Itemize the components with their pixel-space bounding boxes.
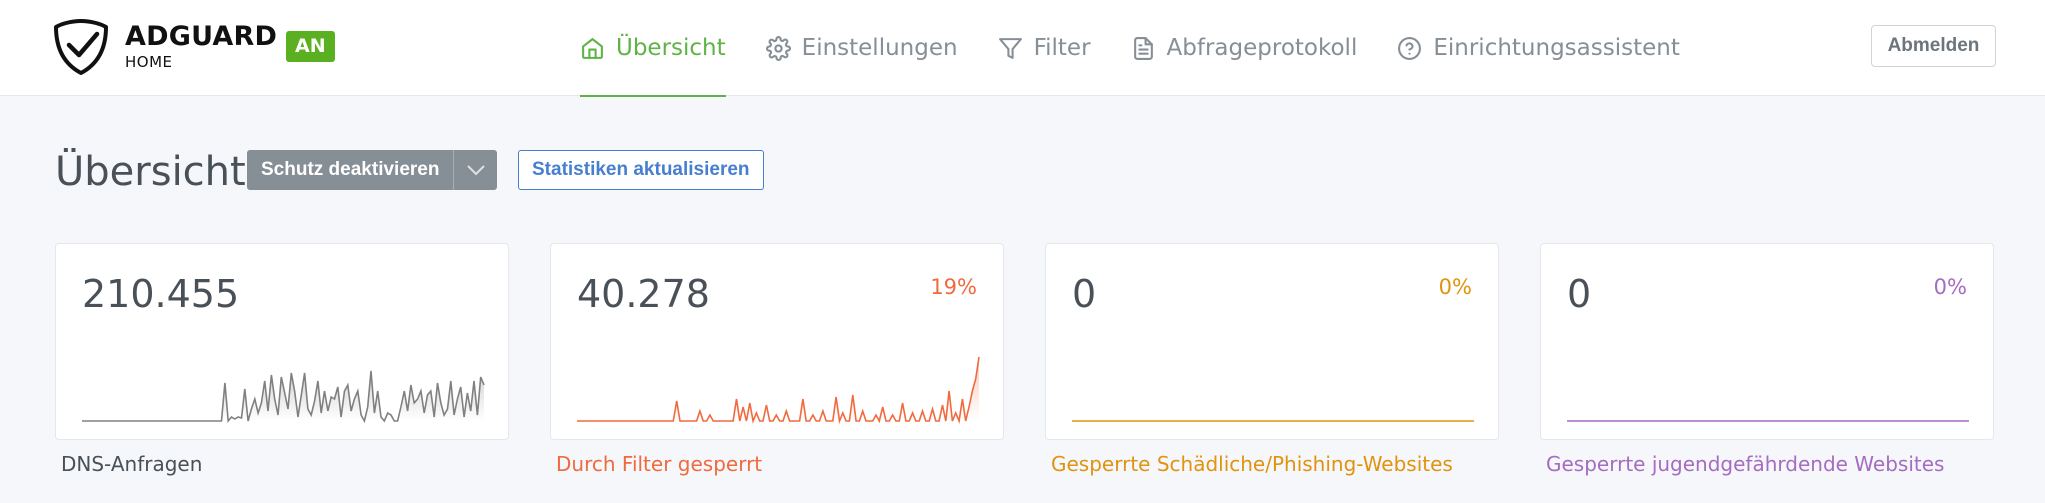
stat-percent: 0% [1438, 275, 1472, 299]
stat-value: 0 [1567, 272, 1592, 316]
disable-protection-button[interactable]: Schutz deaktivieren [247, 150, 454, 190]
protection-button-group: Schutz deaktivieren [247, 150, 498, 190]
sparkline-chart [82, 370, 485, 424]
home-icon [582, 37, 603, 59]
stat-value: 40.278 [577, 272, 710, 316]
stat-card-blocked-malware: 0 0% [1045, 243, 1499, 440]
stat-card-dns-queries: 210.455 [55, 243, 509, 440]
stat-percent: 19% [930, 275, 977, 299]
nav-label: Einstellungen [801, 35, 958, 61]
brand-subtitle: HOME [125, 53, 173, 71]
stat-label-blocked-by-filters: Durch Filter gesperrt [556, 452, 763, 476]
gear-icon [765, 35, 791, 61]
page-title: Übersicht [55, 149, 246, 195]
top-header: ADGUARD HOME AN Übersicht Einstellungen … [0, 0, 2045, 97]
nav-item-uebersicht[interactable]: Übersicht [580, 0, 726, 97]
nav-item-einrichtungsassistent[interactable]: Einrichtungsassistent [1397, 0, 1680, 96]
main-nav: Übersicht Einstellungen Filter Abfragepr… [580, 0, 1720, 97]
stat-value: 210.455 [82, 272, 240, 316]
sparkline-chart [1072, 420, 1474, 422]
stat-label-blocked-adult: Gesperrte jugendgefährdende Websites [1546, 452, 1945, 476]
nav-item-filter[interactable]: Filter [998, 0, 1091, 96]
stat-label-dns-queries: DNS-Anfragen [61, 452, 203, 476]
stat-label-blocked-malware: Gesperrte Schädliche/Phishing-Websites [1051, 452, 1453, 476]
refresh-statistics-button[interactable]: Statistiken aktualisieren [518, 150, 764, 190]
chevron-down-icon [467, 165, 485, 176]
sparkline-line [577, 356, 980, 425]
nav-label: Abfrageprotokoll [1166, 35, 1358, 61]
brand-name: ADGUARD [125, 21, 278, 52]
protection-dropdown-toggle[interactable] [453, 150, 498, 190]
filter-icon [998, 37, 1022, 59]
sparkline-area [82, 371, 484, 421]
nav-label: Filter [1033, 35, 1091, 61]
nav-label: Übersicht [616, 35, 726, 61]
stat-percent: 0% [1933, 275, 1967, 299]
nav-item-abfrageprotokoll[interactable]: Abfrageprotokoll [1131, 0, 1358, 96]
protection-status-badge: AN [286, 31, 335, 62]
sparkline-chart [1567, 420, 1969, 422]
stat-value: 0 [1072, 272, 1097, 316]
logout-button[interactable]: Abmelden [1871, 25, 1996, 67]
nav-item-einstellungen[interactable]: Einstellungen [765, 0, 958, 96]
sparkline-area [577, 357, 979, 421]
help-circle-icon [1398, 36, 1422, 60]
stat-card-blocked-adult: 0 0% [1540, 243, 1994, 440]
document-icon [1133, 36, 1153, 60]
stat-card-blocked-by-filters: 40.278 19% [550, 243, 1004, 440]
nav-label: Einrichtungsassistent [1433, 35, 1680, 61]
adguard-shield-logo-icon[interactable] [52, 18, 110, 76]
sparkline-chart [577, 356, 980, 425]
